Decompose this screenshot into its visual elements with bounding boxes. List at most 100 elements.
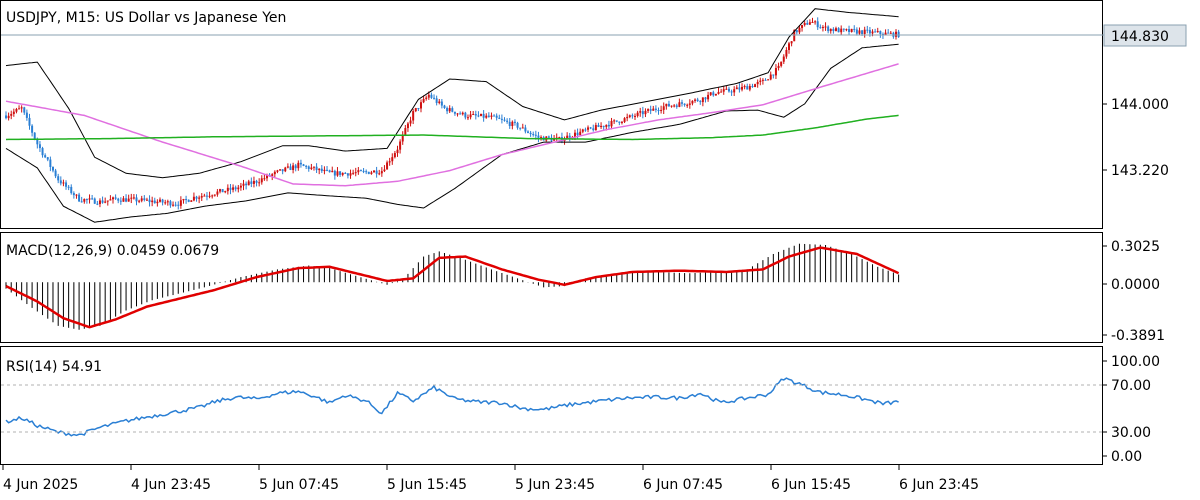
candle-body [589, 127, 592, 129]
candle-body [153, 200, 156, 204]
candle-body [378, 173, 381, 175]
candle-body [735, 87, 738, 90]
rsi-tick-label: 70.00 [1111, 378, 1151, 394]
candle-body [801, 25, 804, 28]
candle-body [871, 31, 874, 34]
candle-body [691, 100, 694, 104]
candle-body [305, 165, 308, 167]
candle-body [339, 171, 342, 175]
candle-body [169, 201, 172, 206]
candle-body [132, 197, 135, 199]
candle-body [469, 114, 472, 118]
candle-body [15, 109, 18, 112]
candle-body [521, 127, 524, 129]
candle-body [435, 98, 438, 103]
candle-body [112, 197, 115, 200]
candle-body [547, 136, 550, 138]
candle-body [91, 198, 94, 200]
candle-body [286, 166, 289, 168]
candle-body [80, 201, 83, 203]
macd-label: MACD(12,26,9) 0.0459 0.0679 [6, 243, 219, 259]
candle-body [88, 198, 91, 200]
candle-body [127, 198, 130, 202]
candle-body [764, 79, 767, 81]
time-tick-label: 5 Jun 07:45 [259, 477, 339, 493]
candle-body [600, 125, 603, 128]
candle-body [78, 194, 81, 202]
candle-body [524, 127, 527, 132]
candle-body [720, 91, 723, 93]
candle-body [247, 181, 250, 186]
candle-body [122, 198, 125, 202]
candle-body [250, 181, 253, 184]
candle-body [769, 74, 772, 80]
candle-body [357, 170, 360, 173]
candle-body [887, 32, 890, 34]
candle-body [587, 127, 590, 130]
candle-body [699, 101, 702, 103]
candle-body [114, 197, 117, 199]
candle-body [774, 68, 777, 76]
candle-body [393, 153, 396, 158]
candle-body [727, 88, 730, 92]
candle-body [59, 180, 62, 184]
candle-body [125, 198, 128, 202]
candle-body [328, 170, 331, 173]
candle-body [701, 97, 704, 103]
candle-body [104, 201, 107, 203]
candle-body [581, 129, 584, 132]
rsi-panel[interactable] [0, 346, 1103, 465]
candle-body [333, 170, 336, 176]
candle-body [65, 182, 68, 187]
candle-body [782, 56, 785, 62]
candle-body [239, 185, 242, 188]
candle-body [506, 120, 509, 122]
candle-body [365, 171, 368, 173]
candle-body [673, 105, 676, 107]
candle-body [28, 117, 31, 126]
candle-body [605, 124, 608, 127]
trading-chart[interactable]: 144.830 USDJPY, M15: US Dollar vs Japane… [0, 0, 1200, 500]
candle-body [879, 31, 882, 35]
candle-body [221, 189, 224, 193]
rsi-y-ticks: 100.00 70.00 30.00 0.00 [1102, 354, 1160, 465]
candle-body [861, 30, 864, 35]
candle-body [576, 132, 579, 136]
candle-body [620, 121, 623, 123]
candle-body [185, 199, 188, 201]
candle-body [665, 103, 668, 107]
candle-body [759, 80, 762, 82]
candle-body [824, 26, 827, 28]
candle-body [226, 187, 229, 192]
candle-body [772, 74, 775, 76]
candle-body [200, 196, 203, 198]
candle-body [310, 167, 313, 169]
candle-body [273, 171, 276, 175]
candle-body [406, 123, 409, 129]
candle-body [20, 107, 23, 109]
candle-body [738, 87, 741, 90]
candle-body [349, 173, 352, 176]
candle-body [208, 195, 211, 197]
candle-body [331, 170, 334, 173]
candle-body [367, 171, 370, 174]
candle-body [23, 107, 26, 113]
candle-body [93, 198, 96, 204]
candle-body [868, 30, 871, 34]
candle-body [404, 128, 407, 135]
time-tick-label: 6 Jun 23:45 [899, 477, 979, 493]
candle-body [704, 97, 707, 100]
candle-body [205, 195, 208, 197]
candle-body [532, 134, 535, 136]
candle-body [767, 79, 770, 81]
candle-body [213, 194, 216, 196]
candle-body [234, 187, 237, 190]
candle-body [461, 112, 464, 115]
candle-body [195, 196, 198, 199]
time-tick-label: 4 Jun 2025 [3, 477, 78, 493]
candle-body [211, 195, 214, 197]
candle-body [709, 92, 712, 95]
candle-body [842, 28, 845, 30]
candle-body [730, 91, 733, 93]
candle-body [493, 115, 496, 117]
